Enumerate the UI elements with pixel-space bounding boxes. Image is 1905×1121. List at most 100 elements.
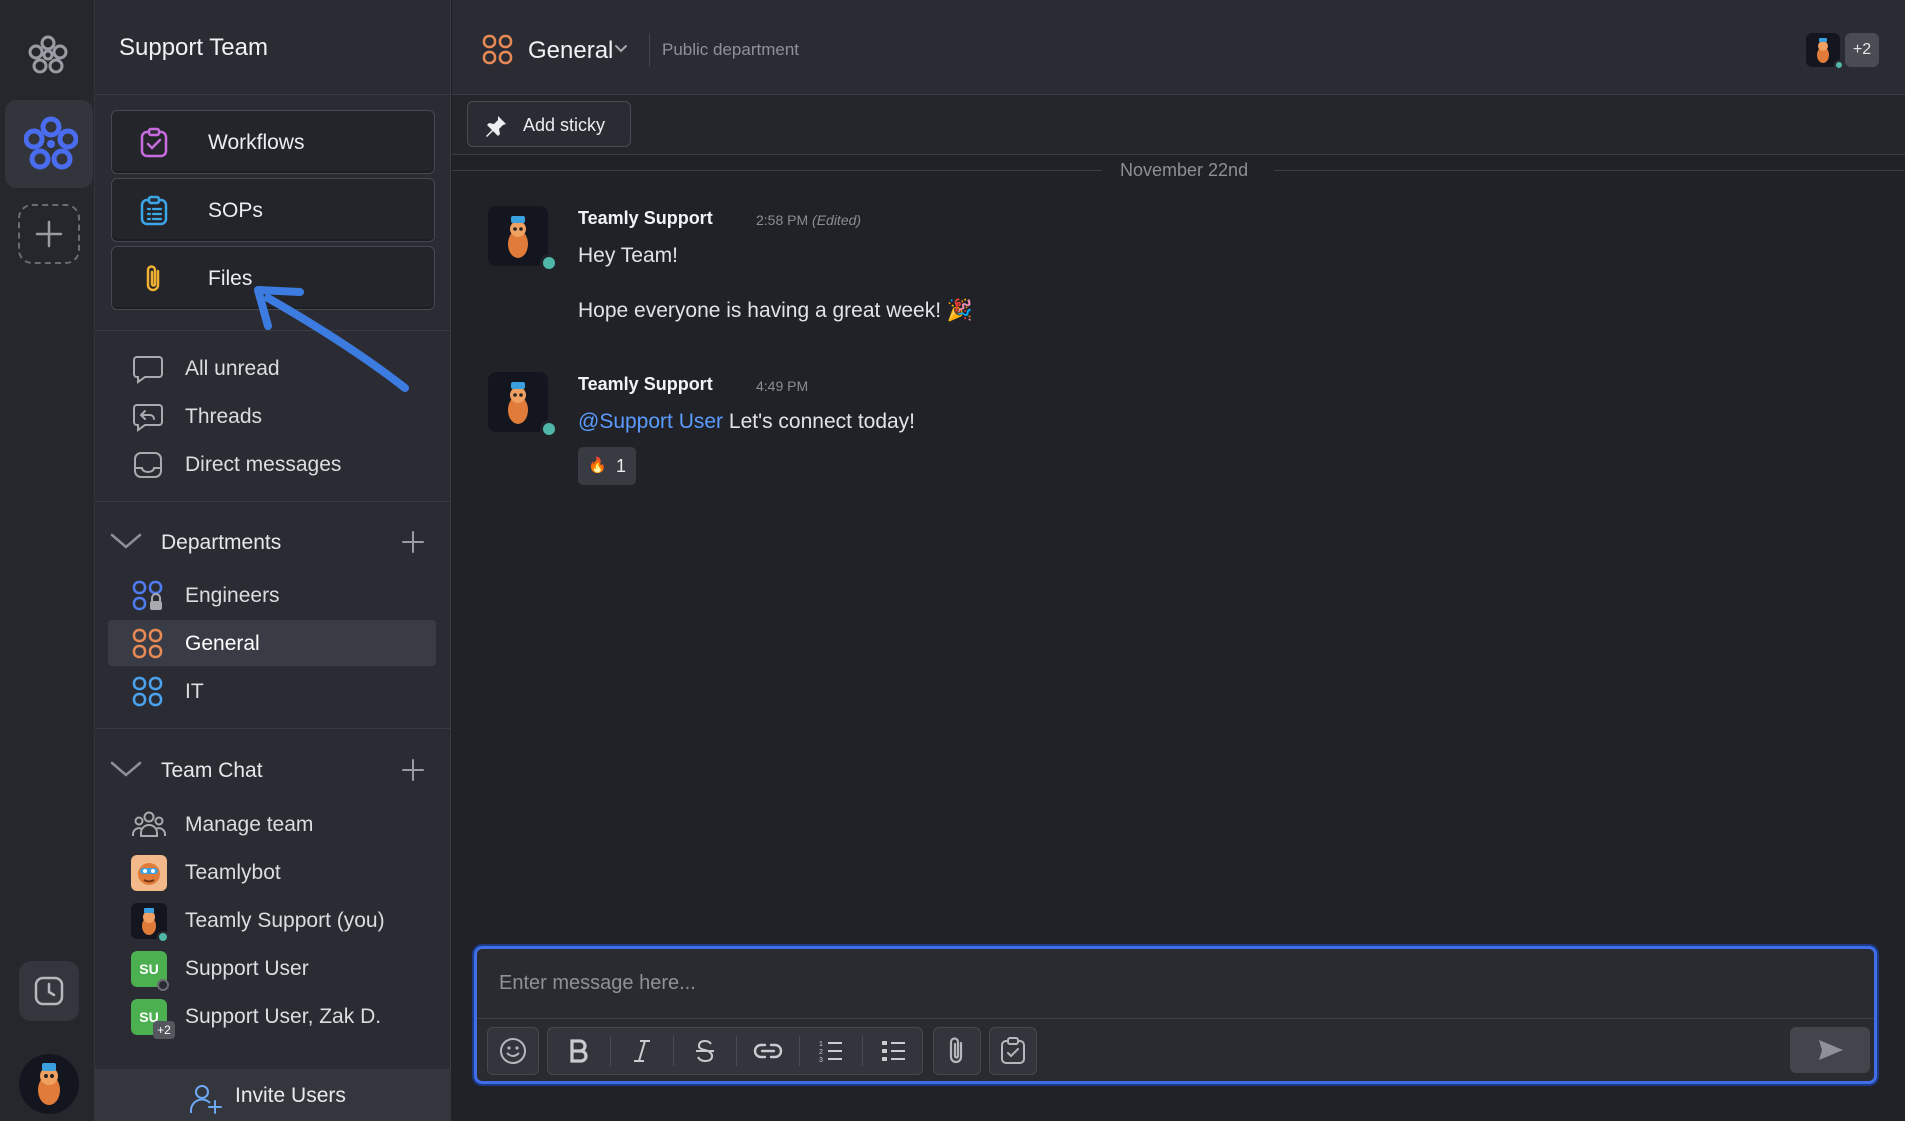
divider [95, 94, 451, 95]
chevron-down-icon[interactable] [614, 44, 628, 54]
send-icon [1819, 1040, 1843, 1060]
group-dm-support-user-zak[interactable]: SU +2 Support User, Zak D. [95, 993, 451, 1039]
message: Teamly Support 4:49 PM @Support User Let… [488, 372, 1868, 492]
workflows-icon [138, 127, 170, 159]
numbered-list-icon: 123 [819, 1041, 842, 1063]
attach-file-button[interactable] [934, 1028, 980, 1074]
dm-support-user[interactable]: SU Support User [95, 945, 451, 991]
add-sticky-button[interactable]: Add sticky [467, 101, 631, 147]
threads-icon [132, 401, 164, 433]
reaction-count: 1 [616, 456, 627, 476]
channel-view: General Public department +2 Add sticky … [452, 0, 1905, 1121]
create-task-button[interactable] [990, 1028, 1036, 1074]
numbered-list-button[interactable]: 123 [800, 1028, 862, 1074]
department-locked-icon [132, 580, 164, 612]
user-mention[interactable]: @Support User [578, 410, 723, 433]
message-text: Hope everyone is having a great week! 🎉 [578, 299, 974, 322]
message-time: 4:49 PM [756, 378, 809, 394]
nav-threads[interactable]: Threads [95, 393, 451, 439]
link-icon [753, 1043, 783, 1059]
bulleted-list-button[interactable] [863, 1028, 925, 1074]
message-text: @Support User Let's connect today! [578, 410, 916, 433]
svg-text:1: 1 [819, 1041, 823, 1048]
author-avatar[interactable] [488, 372, 548, 432]
clock-icon [34, 976, 64, 1006]
author-avatar[interactable] [488, 206, 548, 266]
department-engineers[interactable]: Engineers [95, 572, 451, 618]
team-chat-section-header[interactable]: Team Chat [95, 750, 451, 790]
online-status-dot [157, 931, 169, 943]
user-avatar[interactable] [19, 1054, 79, 1114]
message: Teamly Support 2:58 PM (Edited) Hey Team… [488, 206, 1868, 336]
link-button[interactable] [737, 1028, 799, 1074]
italic-button[interactable] [611, 1028, 673, 1074]
emoji-group [487, 1027, 539, 1075]
dm-teamlybot[interactable]: Teamlybot [95, 849, 451, 895]
department-it[interactable]: IT [95, 668, 451, 714]
add-workspace-button[interactable] [18, 204, 80, 264]
nav-all-unread[interactable]: All unread [95, 345, 451, 391]
workflows-label: Workflows [208, 131, 305, 154]
message-time: 2:58 PM (Edited) [756, 212, 862, 228]
member-avatar[interactable] [1806, 33, 1844, 70]
add-sticky-label: Add sticky [523, 115, 606, 135]
online-status-dot [540, 254, 558, 272]
nav-label: Direct messages [185, 453, 342, 476]
team-icon [132, 809, 166, 841]
send-button[interactable] [1790, 1027, 1870, 1073]
member-count-button[interactable]: +2 [1845, 33, 1879, 67]
divider [649, 33, 650, 67]
message-author[interactable]: Teamly Support [578, 374, 713, 395]
channel-toolbar: Add sticky [452, 95, 1905, 155]
bold-button[interactable] [548, 1028, 610, 1074]
history-button[interactable] [19, 961, 79, 1021]
add-chat-icon[interactable] [401, 758, 425, 782]
sops-button[interactable]: SOPs [111, 178, 435, 242]
strikethrough-button[interactable] [674, 1028, 736, 1074]
message-text: Hey Team! [578, 244, 678, 267]
fire-emoji-icon: 🔥 [588, 457, 607, 474]
sops-icon [138, 195, 170, 227]
plus-icon [35, 220, 63, 248]
italic-icon [634, 1040, 650, 1062]
dm-label: Support User, Zak D. [185, 1005, 382, 1028]
channel-header: General Public department +2 [452, 0, 1905, 95]
dm-teamly-support[interactable]: Teamly Support (you) [95, 897, 451, 943]
files-button[interactable]: Files [111, 246, 435, 310]
member-count-badge: +2 [153, 1021, 175, 1039]
department-icon [132, 628, 164, 660]
workspace-rail [0, 0, 95, 1121]
nav-direct-messages[interactable]: Direct messages [95, 441, 451, 487]
manage-team-item[interactable]: Manage team [95, 801, 451, 847]
message-author[interactable]: Teamly Support [578, 208, 713, 229]
add-department-icon[interactable] [401, 530, 425, 554]
paperclip-icon [949, 1037, 963, 1064]
channel-title[interactable]: General [528, 37, 613, 65]
section-title: Departments [161, 531, 282, 554]
workspace-switch-button[interactable] [5, 100, 93, 188]
emoji-button[interactable] [488, 1028, 538, 1074]
strikethrough-icon [696, 1039, 714, 1063]
task-group [989, 1027, 1037, 1075]
files-label: Files [208, 267, 253, 290]
workflows-button[interactable]: Workflows [111, 110, 435, 174]
reaction-chip[interactable]: 🔥 1 [578, 447, 636, 485]
divider [95, 728, 451, 729]
online-status-dot [1834, 60, 1844, 70]
bulleted-list-icon [882, 1041, 905, 1061]
workspace-title: Support Team [119, 34, 268, 61]
department-icon [482, 34, 514, 66]
svg-text:2: 2 [819, 1049, 823, 1056]
divider [95, 330, 451, 331]
workspace-logo-icon [24, 116, 78, 170]
invite-users-button[interactable]: Invite Users [95, 1069, 451, 1121]
date-separator: November 22nd [452, 156, 1905, 184]
message-input[interactable] [477, 949, 1874, 1019]
section-title: Team Chat [161, 759, 263, 782]
chevron-down-icon [109, 530, 143, 552]
departments-section-header[interactable]: Departments [95, 522, 451, 562]
teamly-logo-icon [27, 34, 69, 76]
department-general[interactable]: General [108, 620, 436, 666]
inbox-icon [132, 449, 164, 481]
add-user-icon [190, 1085, 222, 1114]
